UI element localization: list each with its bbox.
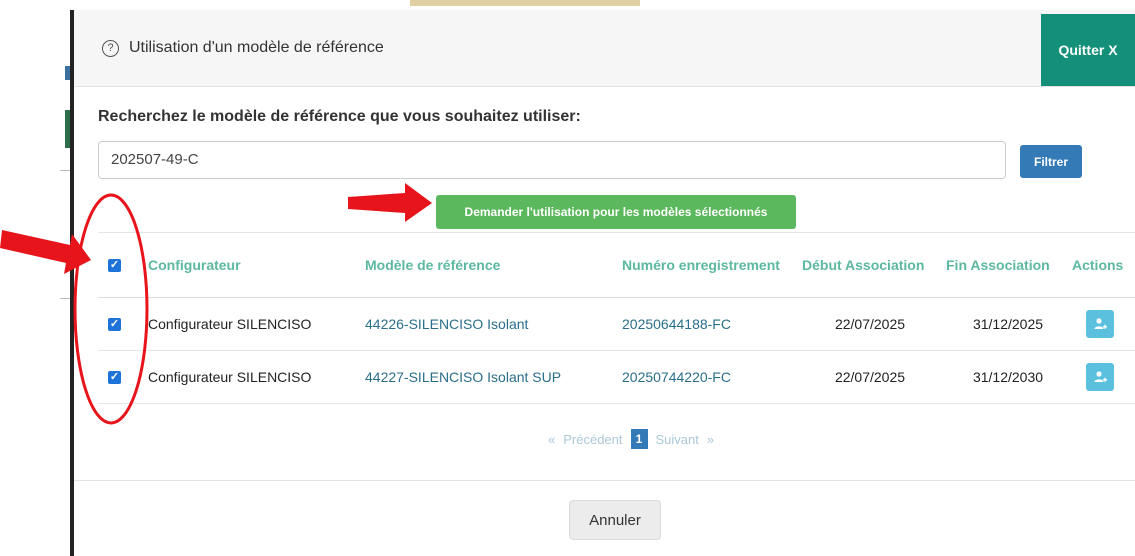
column-header-numero[interactable]: Numéro enregistrement (622, 233, 797, 297)
table-row: ✓ Configurateur SILENCISO 44227-SILENCIS… (98, 351, 1135, 404)
checkbox-checked-icon[interactable]: ✓ (108, 370, 121, 384)
pagination-next[interactable]: Suivant (656, 432, 699, 447)
select-all-checkbox[interactable]: ✓ (108, 233, 128, 297)
cancel-button[interactable]: Annuler (569, 500, 661, 540)
column-header-modele[interactable]: Modèle de référence (365, 233, 585, 297)
quit-button[interactable]: Quitter X (1041, 14, 1135, 86)
cell-modele: 44226-SILENCISO Isolant (365, 316, 529, 332)
filter-button[interactable]: Filtrer (1020, 145, 1082, 178)
cell-fin: 31/12/2025 (972, 316, 1044, 332)
request-action-button[interactable] (1086, 310, 1114, 338)
reference-models-table: ✓ Configurateur Modèle de référence Numé… (98, 232, 1135, 404)
table-row: ✓ Configurateur SILENCISO 44226-SILENCIS… (98, 298, 1135, 351)
background-divider (60, 298, 70, 299)
cell-fin: 31/12/2030 (972, 369, 1044, 385)
request-action-button[interactable] (1086, 363, 1114, 391)
cell-numero: 20250744220-FC (622, 369, 731, 385)
search-input[interactable]: 202507-49-C (98, 141, 1006, 179)
row-checkbox[interactable]: ✓ (108, 351, 128, 403)
search-label: Recherchez le modèle de référence que vo… (98, 108, 581, 125)
pagination-previous[interactable]: Précédent (563, 432, 622, 447)
cell-debut: 22/07/2025 (834, 369, 906, 385)
modal-title: Utilisation d'un modèle de référence (129, 39, 384, 56)
cell-numero: 20250644188-FC (622, 316, 731, 332)
row-actions (1086, 298, 1126, 350)
pagination-first[interactable]: « (548, 432, 555, 447)
row-actions (1086, 351, 1126, 403)
table-header-row: ✓ Configurateur Modèle de référence Numé… (98, 232, 1135, 298)
checkbox-checked-icon[interactable]: ✓ (108, 317, 121, 331)
footer-divider (74, 480, 1135, 481)
request-usage-button[interactable]: Demander l'utilisation pour les modèles … (436, 195, 796, 229)
pagination-current-page[interactable]: 1 (630, 429, 648, 449)
row-checkbox[interactable]: ✓ (108, 298, 128, 350)
cell-configurateur: Configurateur SILENCISO (148, 316, 312, 332)
column-header-debut[interactable]: Début Association (802, 233, 938, 297)
column-header-fin[interactable]: Fin Association (946, 233, 1070, 297)
pagination-last[interactable]: » (707, 432, 714, 447)
cell-configurateur: Configurateur SILENCISO (148, 369, 312, 385)
cell-debut: 22/07/2025 (834, 316, 906, 332)
background-page (0, 0, 70, 556)
checkbox-checked-icon[interactable]: ✓ (108, 258, 121, 272)
user-add-icon (1094, 318, 1107, 329)
pagination: « Précédent 1 Suivant » (544, 429, 718, 449)
reference-model-modal: ? Utilisation d'un modèle de référence Q… (70, 10, 1135, 556)
column-header-actions: Actions (1072, 257, 1124, 273)
background-divider (60, 170, 70, 171)
modal-header: ? Utilisation d'un modèle de référence Q… (74, 10, 1135, 87)
background-fragment (410, 0, 640, 6)
user-add-icon (1094, 371, 1107, 382)
column-header-configurateur[interactable]: Configurateur (148, 233, 348, 297)
cell-modele: 44227-SILENCISO Isolant SUP (365, 369, 562, 385)
question-circle-icon[interactable]: ? (102, 40, 119, 57)
